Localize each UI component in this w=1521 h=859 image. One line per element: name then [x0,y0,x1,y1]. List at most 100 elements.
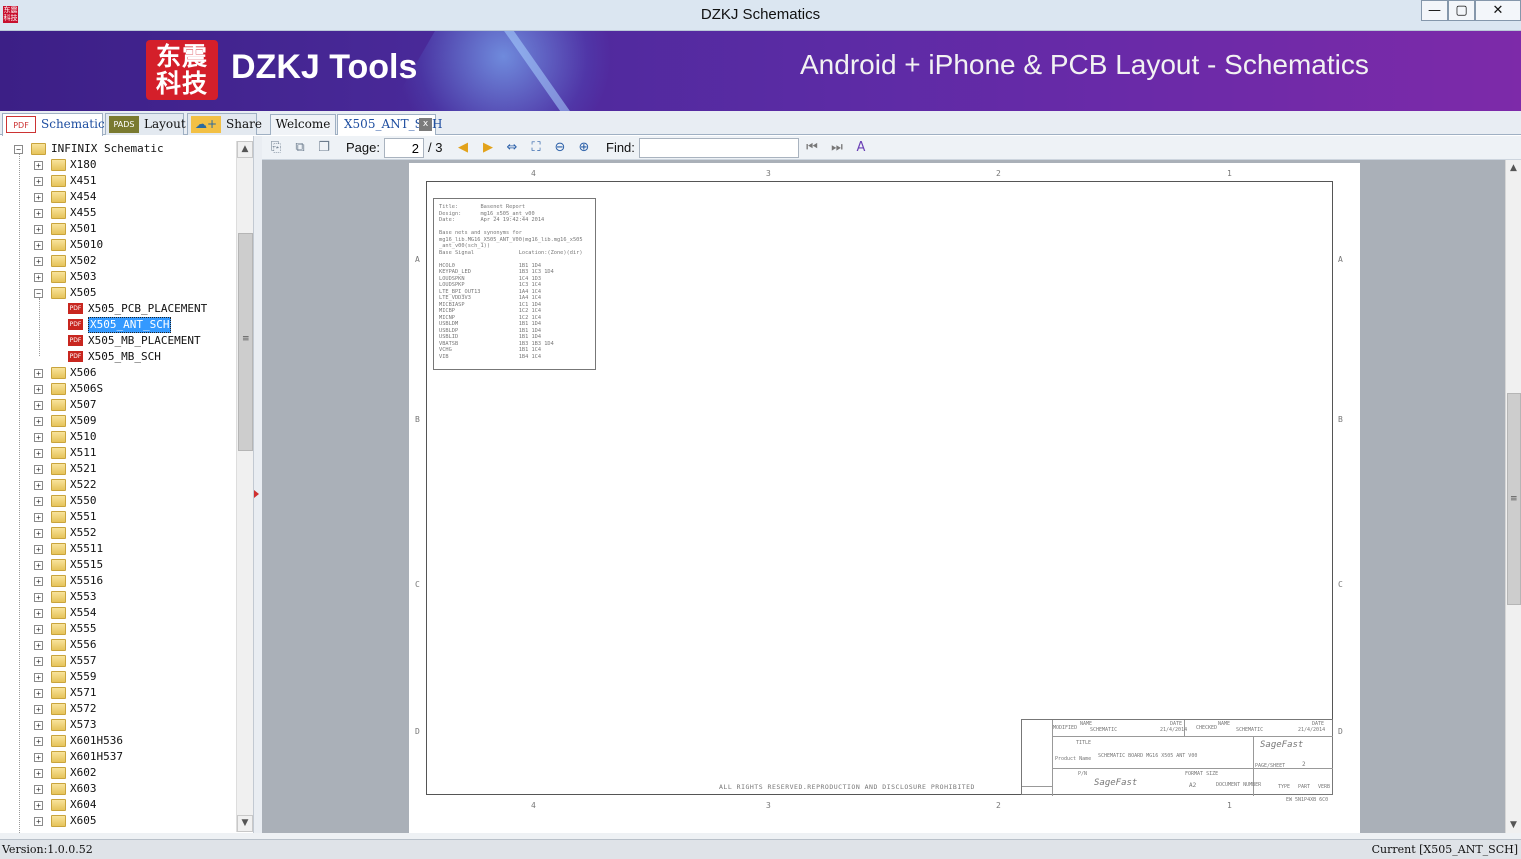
tree-folder-label: X551 [70,510,97,523]
expand-icon[interactable]: + [34,401,43,410]
expand-icon[interactable]: + [34,545,43,554]
tab-share[interactable]: ☁+ Share [187,113,262,135]
expand-icon[interactable]: + [34,673,43,682]
expand-icon[interactable]: + [34,161,43,170]
expand-icon[interactable]: + [34,497,43,506]
expand-icon[interactable]: + [34,801,43,810]
zone-bottom-label: 2 [996,801,1001,810]
expand-icon[interactable]: + [34,433,43,442]
tab-layout-label: Layout [144,117,186,131]
collapse-panel-icon[interactable] [254,490,259,498]
find-prev-icon[interactable]: ⏮ [803,139,821,157]
close-tab-icon[interactable]: x [419,118,432,131]
fit-width-icon[interactable]: ⇔ [503,139,521,157]
minimize-button[interactable]: — [1421,0,1448,21]
match-case-icon[interactable]: A [852,139,870,157]
tab-schematic[interactable]: PDF Schematic [2,113,105,136]
expand-icon[interactable]: + [34,769,43,778]
tree-folder-label: X602 [70,766,97,779]
scroll-up-icon[interactable]: ▲ [237,141,253,158]
tree-folder-label: X5515 [70,558,104,571]
copy-page-icon[interactable]: ⧉ [291,139,309,157]
zoom-out-icon[interactable]: ⊖ [551,139,569,157]
copy-icon[interactable]: ⎘ [267,139,285,157]
tree-scrollbar[interactable]: ▲ ≡ ▼ [236,141,253,832]
expand-icon[interactable]: + [34,417,43,426]
basenet-report: Title: Basenet Report Design: mg16_x505_a… [433,198,596,370]
expand-icon[interactable]: + [34,561,43,570]
maximize-button[interactable]: ▢ [1448,0,1475,21]
expand-icon[interactable]: + [34,705,43,714]
status-bar: Version:1.0.0.52 Current [X505_ANT_SCH] [0,839,1521,859]
expand-icon[interactable]: + [34,657,43,666]
fit-page-icon[interactable]: ⛶ [527,139,545,157]
tree-folder-label: X555 [70,622,97,635]
expand-icon[interactable]: + [34,225,43,234]
expand-icon[interactable]: + [34,529,43,538]
tree-folder-label: X506S [70,382,104,395]
tb-checked-date-value: 21/4/2014 [1298,727,1326,733]
page-number-input[interactable] [384,138,424,158]
expand-icon[interactable]: + [34,209,43,218]
copy-all-icon[interactable]: ❐ [315,139,333,157]
expand-icon[interactable]: + [34,737,43,746]
scroll-up-icon[interactable]: ▲ [1506,160,1521,176]
title-block: MODIFIED NAME SCHEMATIC DATE 21/4/2014 C… [1021,719,1333,796]
prev-page-icon[interactable]: ◀ [454,139,472,157]
tab-x505-ant-sch[interactable]: X505_ANT_SCH x [337,114,442,135]
tab-layout[interactable]: PADS Layout [105,113,186,135]
collapse-icon[interactable]: − [34,289,43,298]
expand-icon[interactable]: + [34,481,43,490]
expand-icon[interactable]: + [34,449,43,458]
expand-icon[interactable]: + [34,577,43,586]
expand-icon[interactable]: + [34,609,43,618]
tb-page-sheet-label: PAGE/SHEET [1255,763,1286,769]
close-button[interactable]: ✕ [1475,0,1521,21]
folder-icon [51,255,66,267]
report-line: VIB 1B4 1C4 [439,353,542,360]
current-doc-text: Current [X505_ANT_SCH] [1371,843,1518,856]
collapse-icon[interactable]: − [14,145,23,154]
expand-icon[interactable]: + [34,513,43,522]
expand-icon[interactable]: + [34,817,43,826]
expand-icon[interactable]: + [34,241,43,250]
find-input[interactable] [639,138,799,158]
tab-welcome[interactable]: Welcome [270,114,336,135]
expand-icon[interactable]: + [34,465,43,474]
viewer-scrollbar[interactable]: ▲ ≡ ▼ [1505,160,1521,833]
zone-top-label: 4 [531,169,536,178]
expand-icon[interactable]: + [34,625,43,634]
scroll-down-icon[interactable]: ▼ [1506,817,1521,833]
expand-icon[interactable]: + [34,385,43,394]
expand-icon[interactable]: + [34,593,43,602]
folder-icon [51,463,66,475]
expand-icon[interactable]: + [34,193,43,202]
zone-top-label: 1 [1227,169,1232,178]
zoom-in-icon[interactable]: ⊕ [575,139,593,157]
expand-icon[interactable]: + [34,273,43,282]
tree-folder-label: X552 [70,526,97,539]
tree-scroll-thumb[interactable]: ≡ [238,233,253,451]
expand-icon[interactable]: + [34,689,43,698]
expand-icon[interactable]: + [34,257,43,266]
viewer-scroll-thumb[interactable]: ≡ [1507,393,1521,605]
tb-format-label: FORMAT SIZE [1185,771,1219,777]
expand-icon[interactable]: + [34,641,43,650]
zone-side-label: C [415,580,420,589]
panel-splitter[interactable] [254,136,262,833]
page-total: / 3 [428,140,443,155]
find-next-icon[interactable]: ⏭ [828,139,846,157]
expand-icon[interactable]: + [34,177,43,186]
expand-icon[interactable]: + [34,721,43,730]
folder-icon [51,399,66,411]
next-page-icon[interactable]: ▶ [479,139,497,157]
folder-icon [51,591,66,603]
folder-icon [51,703,66,715]
pdf-viewer[interactable]: 4 3 2 1 4 3 2 1 A B C D A B C D Title: B… [262,160,1505,833]
tree-folder-label: X521 [70,462,97,475]
expand-icon[interactable]: + [34,753,43,762]
scroll-down-icon[interactable]: ▼ [237,815,253,832]
expand-icon[interactable]: + [34,785,43,794]
expand-icon[interactable]: + [34,369,43,378]
tb-bottom-logo: SageFast [1094,778,1138,788]
